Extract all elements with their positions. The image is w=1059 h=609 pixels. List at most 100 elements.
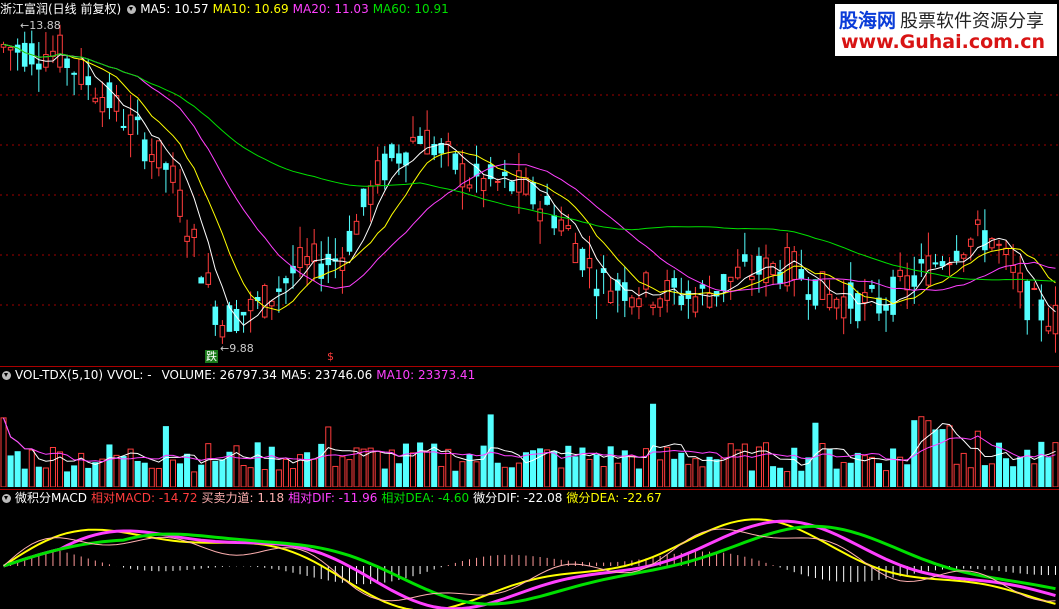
volume-bar (1010, 466, 1017, 487)
volume-bar (7, 455, 14, 487)
candle-body (57, 34, 63, 68)
volume-bar (127, 448, 134, 487)
volume-bar (64, 471, 71, 487)
volume-bar (205, 443, 212, 487)
volume-bar (113, 454, 120, 487)
candle-body (798, 269, 805, 280)
candle-body (283, 278, 289, 284)
volume-bar (240, 464, 247, 487)
candle-body (883, 304, 889, 311)
volume-bar (212, 460, 219, 487)
volume-bar (755, 446, 762, 487)
volume-bar (169, 459, 177, 487)
candle-body (862, 292, 868, 304)
price-panel[interactable]: 浙江富润(日线 前复权) MA5: 10.57 MA10: 10.69 MA20: 1… (0, 0, 1059, 365)
volume-bar (614, 462, 621, 487)
volume-bar (600, 466, 607, 487)
volume-bar (777, 467, 784, 487)
volume-bar (0, 417, 7, 487)
candle-body (1045, 325, 1052, 332)
volume-bar (890, 448, 897, 487)
candle-body (890, 276, 896, 315)
watermark-brand: 股海网 (839, 10, 897, 32)
vol-ma10-value: MA10: 23373.41 (376, 368, 476, 382)
volume-bar (134, 460, 141, 487)
volume-menu-icon[interactable] (2, 371, 11, 380)
candle-body (177, 189, 183, 217)
candle-body (544, 195, 550, 205)
candle-body (219, 325, 226, 338)
candle-body (960, 254, 967, 259)
candle-body (622, 282, 628, 301)
candle-body (692, 296, 699, 313)
candle-body (7, 46, 14, 51)
volume-bar (395, 463, 402, 487)
volume-bar (452, 470, 459, 487)
candle-body (99, 97, 106, 113)
candle-body (184, 235, 190, 242)
volume-bar (657, 459, 664, 487)
volume-bar (628, 455, 635, 487)
volume-bar (515, 462, 522, 487)
volume-header: VOL-TDX(5,10) VVOL: - VOLUME: 26797.34 MA5:… (0, 367, 479, 383)
watermark-url: www.Guhai.com.cn (841, 31, 1045, 53)
volume-bar (925, 420, 932, 487)
ma20-value: MA20: 11.03 (292, 2, 369, 16)
volume-bar (254, 442, 261, 487)
candle-body (720, 274, 727, 291)
candle-body (134, 116, 141, 121)
indicator-menu-icon[interactable] (127, 5, 137, 14)
low-arrow-icon: ← (220, 342, 230, 355)
volume-bar (551, 450, 558, 487)
volume-bar (155, 467, 162, 487)
volume-bar (424, 451, 431, 487)
volume-bar (692, 458, 699, 487)
volume-bar (635, 468, 642, 487)
candle-body (975, 219, 981, 225)
volume-bar (92, 462, 99, 487)
volume-bar (311, 458, 318, 487)
vol-ma10-line (3, 417, 1056, 463)
macd-panel[interactable]: 微积分MACD 相对MACD: -14.72 买卖力道: 1.18 相对DIF: -1… (0, 490, 1059, 609)
macd-indicator-name: 微积分MACD (15, 491, 87, 505)
candle-body (904, 275, 911, 291)
volume-bar (706, 456, 713, 487)
macd-chart[interactable] (0, 506, 1059, 609)
candle-body (311, 243, 317, 262)
volume-bar (897, 456, 904, 487)
w-dea-value: 微分DEA: -22.67 (566, 491, 662, 505)
candle-body (141, 139, 148, 162)
volume-bar (494, 462, 501, 487)
candle-body (424, 129, 430, 155)
ma10-value: MA10: 10.69 (212, 2, 289, 16)
candle-body (586, 257, 593, 269)
candle-body (346, 230, 353, 252)
vol-indicator-name: VOL-TDX(5,10) (15, 368, 104, 382)
candle-body (911, 275, 918, 287)
volume-panel[interactable]: VOL-TDX(5,10) VVOL: - VOLUME: 26797.34 MA5:… (0, 367, 1059, 489)
volume-chart[interactable] (0, 383, 1059, 487)
candle-body (742, 254, 748, 262)
candle-body (819, 271, 826, 300)
candle-body (191, 228, 197, 238)
price-chart[interactable] (0, 15, 1059, 365)
candle-body (558, 219, 565, 232)
watermark-slogan: 股票软件资源分享 (900, 11, 1045, 32)
volume-bar (219, 459, 226, 487)
candle-body (579, 248, 586, 271)
volume-bar (247, 467, 254, 487)
macd-header: 微积分MACD 相对MACD: -14.72 买卖力道: 1.18 相对DIF: -1… (0, 490, 666, 506)
candle-body (198, 277, 205, 284)
candle-body (205, 272, 212, 285)
macd-menu-icon[interactable] (2, 494, 11, 503)
low-price-label: 9.88 (229, 342, 254, 355)
rel-dif-value: 相对DIF: -11.96 (288, 491, 378, 505)
volume-bar (106, 444, 113, 487)
volume-bar (960, 452, 967, 487)
candle-body (572, 243, 579, 264)
volume-bar (967, 467, 974, 487)
volume-bar (1045, 457, 1052, 487)
volume-bar (699, 466, 706, 487)
volume-bar (409, 452, 417, 487)
candle-body (212, 306, 219, 325)
